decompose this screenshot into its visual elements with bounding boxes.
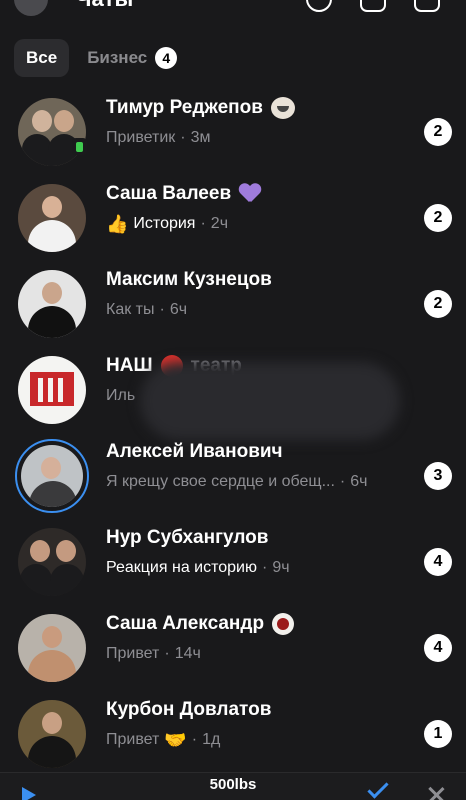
folder-tabs: Все Бизнес 4	[14, 39, 185, 77]
chat-time: 1д	[202, 731, 221, 748]
chat-preview: Как ты · 6ч	[106, 301, 188, 318]
top-bar: Чаты	[0, 0, 466, 30]
chat-name: Саша Валеев	[106, 183, 261, 205]
unread-badge: 2	[424, 118, 452, 146]
page-title: Чаты	[76, 0, 133, 12]
unread-badge: 2	[424, 290, 452, 318]
chat-time: 3м	[190, 129, 211, 146]
avatar	[18, 98, 86, 166]
chat-row[interactable]: Максим Кузнецов Как ты · 6ч 2	[0, 259, 466, 345]
chat-name: Саша Александр	[106, 613, 295, 635]
chat-preview: 👍 История · 2ч	[106, 214, 229, 234]
chat-time: 2ч	[210, 215, 229, 232]
chat-row[interactable]: Курбон Довлатов Привет 🤝 · 1д 1	[0, 689, 466, 775]
compose-icon[interactable]	[414, 0, 440, 12]
unread-badge: 4	[424, 548, 452, 576]
chicken-icon	[272, 613, 295, 635]
unread-badge: 2	[424, 204, 452, 232]
unread-badge: 4	[424, 634, 452, 662]
chat-row[interactable]: Саша Александр Привет · 14ч 4	[0, 603, 466, 689]
chat-row[interactable]: Саша Валеев 👍 История · 2ч 2	[0, 173, 466, 259]
avatar	[18, 270, 86, 338]
chat-name: Тимур Реджепов	[106, 97, 295, 119]
theatre-logo-icon	[18, 356, 86, 424]
tab-business[interactable]: Бизнес 4	[79, 39, 185, 77]
handshake-icon: 🤝	[164, 730, 187, 750]
camera-icon[interactable]	[360, 0, 386, 12]
chat-time: 9ч	[272, 559, 290, 576]
avatar	[18, 614, 86, 682]
avatar	[18, 700, 86, 768]
tab-business-label: Бизнес	[87, 48, 148, 67]
chat-preview: Я крещу свое сердце и обещ... · 6ч	[106, 473, 368, 490]
tab-business-badge: 4	[155, 47, 178, 69]
stories-icon[interactable]	[306, 0, 332, 12]
track-title: 500lbs	[209, 776, 257, 793]
chat-row[interactable]: Тимур Реджепов Приветик · 3м 2	[0, 87, 466, 173]
redacted-area	[140, 362, 400, 440]
tab-all-label: Все	[26, 48, 58, 67]
chat-name: Максим Кузнецов	[106, 269, 272, 290]
chat-preview: Привет 🤝 · 1д	[106, 730, 221, 750]
chat-preview: Иль	[106, 387, 136, 404]
online-indicator-icon	[72, 138, 87, 155]
chat-row[interactable]: Нур Субхангулов Реакция на историю · 9ч 4	[0, 517, 466, 603]
purple-heart-icon	[239, 184, 261, 204]
chat-preview: Реакция на историю · 9ч	[106, 559, 290, 576]
avatar	[18, 184, 86, 252]
unread-badge: 1	[424, 720, 452, 748]
close-icon[interactable]	[426, 785, 446, 800]
thumbs-up-icon: 👍	[106, 214, 129, 234]
tab-all[interactable]: Все	[14, 39, 70, 77]
profile-avatar[interactable]	[14, 0, 48, 16]
chat-time: 6ч	[169, 301, 188, 318]
chat-name: Нур Субхангулов	[106, 527, 269, 548]
chat-name: Алексей Иванович	[106, 441, 283, 462]
chat-preview: Приветик · 3м	[106, 129, 211, 146]
avatar	[21, 445, 83, 507]
chat-preview: Привет · 14ч	[106, 645, 201, 662]
chat-name: Курбон Довлатов	[106, 699, 272, 720]
chat-row[interactable]: Алексей Иванович Я крещу свое сердце и о…	[0, 431, 466, 517]
mini-player[interactable]: 500lbs	[0, 772, 466, 800]
chat-time: 14ч	[174, 645, 201, 662]
avatar	[18, 528, 86, 596]
trollface-icon	[270, 97, 295, 119]
chat-time: 6ч	[350, 473, 368, 490]
unread-badge: 3	[424, 462, 452, 490]
